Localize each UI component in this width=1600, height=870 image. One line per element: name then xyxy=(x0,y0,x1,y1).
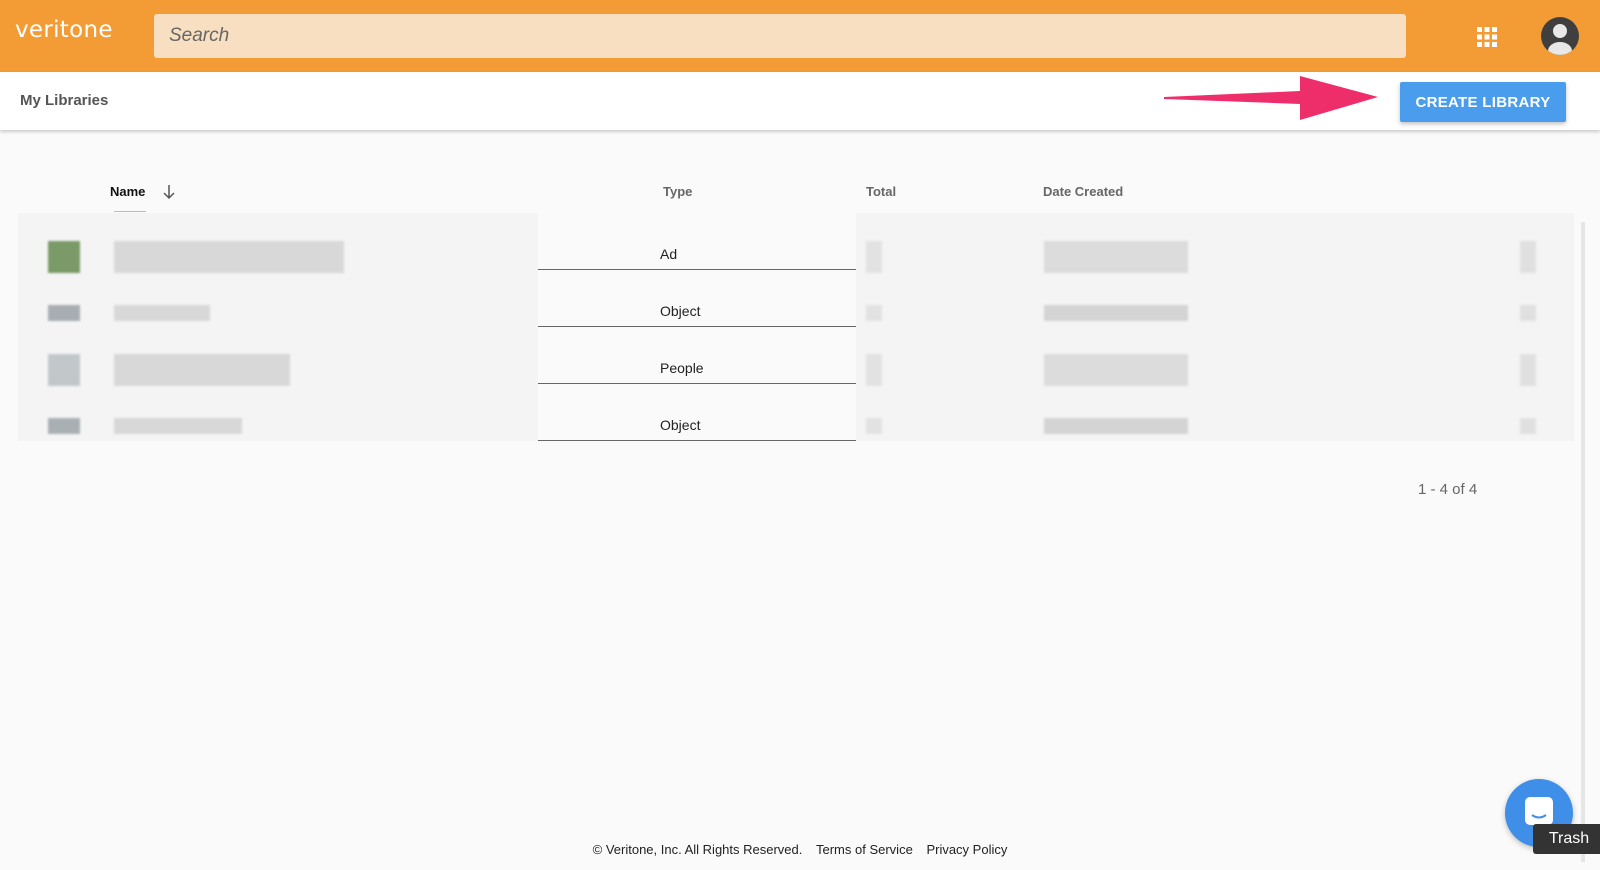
library-name xyxy=(114,418,242,434)
library-total xyxy=(866,418,882,434)
library-date xyxy=(1044,418,1188,434)
apps-grid-icon[interactable] xyxy=(1476,26,1498,48)
library-date xyxy=(1044,354,1188,386)
column-header-type[interactable]: Type xyxy=(663,184,692,199)
type-value: Object xyxy=(660,417,701,433)
app-bar: veritone xyxy=(0,0,1600,72)
type-value: Ad xyxy=(660,246,678,262)
column-header-total[interactable]: Total xyxy=(866,184,896,199)
library-thumbnail xyxy=(48,241,80,273)
page-title: My Libraries xyxy=(20,92,109,109)
sort-down-icon[interactable] xyxy=(162,184,176,200)
column-header-date-created[interactable]: Date Created xyxy=(1043,184,1123,199)
create-library-button[interactable]: CREATE LIBRARY xyxy=(1400,82,1566,122)
pagination-label: 1 - 4 of 4 xyxy=(1418,481,1478,498)
library-date xyxy=(1044,305,1188,321)
row-menu[interactable] xyxy=(1520,305,1536,321)
type-value: People xyxy=(660,360,704,376)
search-input[interactable] xyxy=(154,14,1406,58)
library-table xyxy=(18,213,1574,463)
library-date xyxy=(1044,241,1188,273)
terms-link[interactable]: Terms of Service xyxy=(816,842,913,857)
annotation-arrow xyxy=(1164,76,1378,120)
account-icon[interactable] xyxy=(1541,17,1579,55)
trash-tooltip: Trash xyxy=(1533,824,1600,854)
veritone-logo[interactable]: veritone xyxy=(15,17,113,43)
scrollbar[interactable] xyxy=(1581,222,1585,862)
sort-underline xyxy=(114,211,146,212)
library-thumbnail xyxy=(48,354,80,386)
type-value: Object xyxy=(660,303,701,319)
copyright-text: © Veritone, Inc. All Rights Reserved. xyxy=(592,842,803,857)
row-menu[interactable] xyxy=(1520,354,1536,386)
footer: © Veritone, Inc. All Rights Reserved. Te… xyxy=(0,842,1600,857)
library-name xyxy=(114,354,290,386)
library-name xyxy=(114,305,210,321)
column-header-name[interactable]: Name xyxy=(110,184,145,199)
library-total xyxy=(866,241,882,273)
library-total xyxy=(866,305,882,321)
row-menu[interactable] xyxy=(1520,418,1536,434)
library-name xyxy=(114,241,344,273)
privacy-link[interactable]: Privacy Policy xyxy=(926,842,1007,857)
library-thumbnail xyxy=(48,305,80,321)
library-thumbnail xyxy=(48,418,80,434)
row-menu[interactable] xyxy=(1520,241,1536,273)
library-total xyxy=(866,354,882,386)
type-cell xyxy=(538,213,856,270)
